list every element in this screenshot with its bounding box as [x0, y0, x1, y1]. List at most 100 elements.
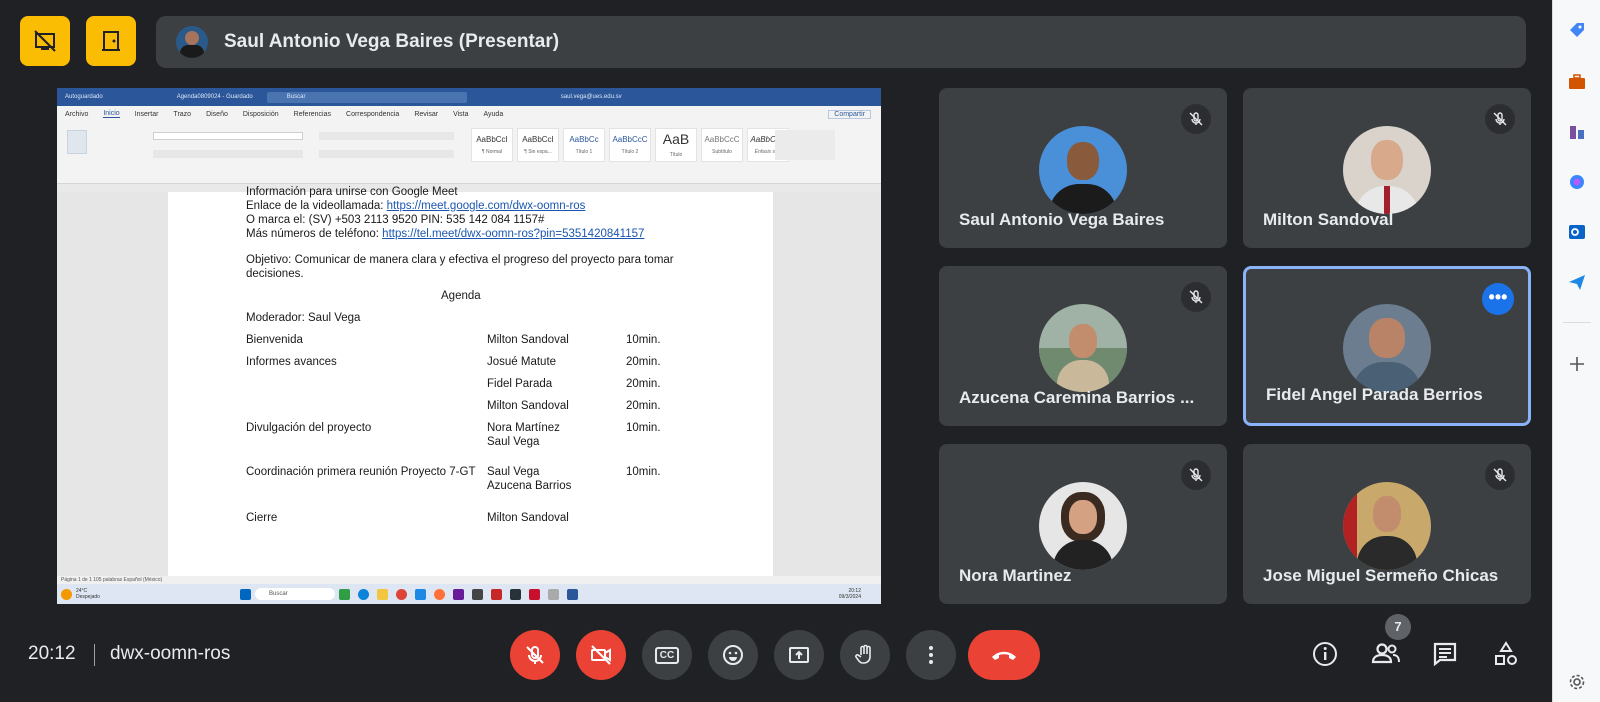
editing-group[interactable]: [775, 130, 835, 160]
games-icon[interactable]: [1565, 120, 1589, 144]
style-heading2[interactable]: AaBbCcC Título 2: [609, 128, 651, 162]
weather-icon: [61, 588, 72, 600]
user-email: saul.vega@ues.edu.sv: [560, 94, 622, 100]
participant-tile[interactable]: Nora Martinez: [939, 444, 1227, 604]
participant-name: Saul Antonio Vega Baires: [959, 210, 1165, 229]
style-no-spacing[interactable]: AaBbCcI ¶ Sin espa...: [517, 128, 559, 162]
style-heading1[interactable]: AaBbCc Título 1: [563, 128, 605, 162]
tab-insertar[interactable]: Insertar: [135, 111, 159, 118]
style-title[interactable]: AaB Título: [655, 128, 697, 162]
more-options-icon[interactable]: •••: [1482, 283, 1514, 315]
word-icon[interactable]: [567, 588, 578, 600]
mic-toggle-button[interactable]: [510, 630, 560, 680]
briefcase-icon[interactable]: [1565, 70, 1589, 94]
paragraph-row-2[interactable]: [319, 150, 454, 158]
agenda-time: 10min.: [626, 422, 661, 434]
paste-icon[interactable]: [67, 130, 87, 154]
word-search[interactable]: Buscar: [266, 91, 467, 103]
edge-icon[interactable]: [358, 588, 369, 600]
reactions-button[interactable]: [708, 630, 758, 680]
agenda-time: 20min.: [626, 378, 661, 390]
start-icon[interactable]: [240, 588, 251, 600]
store-icon[interactable]: [415, 588, 426, 600]
taskbar-app-icon[interactable]: [510, 588, 521, 600]
add-icon[interactable]: [1565, 352, 1589, 376]
agenda-who: Milton Sandoval: [487, 334, 569, 346]
tab-inicio[interactable]: Inicio: [103, 110, 120, 118]
leave-call-button[interactable]: [968, 630, 1040, 680]
hand-icon: [855, 644, 871, 664]
doc-more-line: Más números de teléfono: https://tel.mee…: [246, 228, 645, 240]
participant-tile-active[interactable]: ••• Fidel Angel Parada Berrios: [1243, 266, 1531, 426]
leave-presentation-button[interactable]: [86, 16, 136, 66]
document-page: Información para unirse con Google Meet …: [168, 186, 773, 576]
agenda-who: Milton Sandoval: [487, 400, 569, 412]
activities-button[interactable]: [1488, 636, 1524, 672]
taskbar-app-icon[interactable]: [472, 588, 483, 600]
send-icon[interactable]: [1565, 270, 1589, 294]
hide-screen-button[interactable]: [20, 16, 70, 66]
folder-icon[interactable]: [377, 588, 388, 600]
font-selector[interactable]: [153, 132, 303, 140]
agenda-who-2: Azucena Barrios: [487, 480, 572, 492]
settings-icon[interactable]: [1565, 670, 1589, 694]
participant-avatar: [1343, 304, 1431, 392]
mic-off-icon: [1181, 104, 1211, 134]
chat-icon: [1433, 642, 1457, 667]
meet-link[interactable]: https://meet.google.com/dwx-oomn-ros: [387, 200, 586, 212]
document-area: Información para unirse con Google Meet …: [57, 186, 881, 576]
doc-objective-2: decisiones.: [246, 268, 304, 280]
participant-avatar: [1343, 126, 1431, 214]
style-subtitle[interactable]: AaBbCcC Subtítulo: [701, 128, 743, 162]
people-button[interactable]: [1368, 636, 1404, 672]
acrobat-icon[interactable]: [529, 588, 540, 600]
raise-hand-button[interactable]: [840, 630, 890, 680]
participant-tile[interactable]: Azucena Caremina Barrios ...: [939, 266, 1227, 426]
tab-ayuda[interactable]: Ayuda: [484, 111, 504, 118]
taskbar-app-icon[interactable]: [453, 588, 464, 600]
taskbar-app-icon[interactable]: [339, 588, 350, 600]
participant-name: Azucena Caremina Barrios ...: [959, 388, 1195, 407]
hang-up-icon: [992, 651, 1016, 660]
tab-diseno[interactable]: Diseño: [206, 111, 228, 118]
outlook-icon[interactable]: [1565, 220, 1589, 244]
doc-moderator: Moderador: Saul Vega: [246, 312, 361, 324]
taskbar-app-icon[interactable]: [491, 588, 502, 600]
captions-button[interactable]: CC: [642, 630, 692, 680]
firefox-icon[interactable]: [434, 588, 445, 600]
copilot-icon[interactable]: [1565, 170, 1589, 194]
taskbar-app-icon[interactable]: [548, 588, 559, 600]
share-button[interactable]: Compartir: [828, 109, 871, 119]
participant-tile[interactable]: Jose Miguel Sermeño Chicas: [1243, 444, 1531, 604]
tab-archivo[interactable]: Archivo: [65, 111, 88, 118]
tab-correspondencia[interactable]: Correspondencia: [346, 111, 399, 118]
agenda-who: Josué Matute: [487, 356, 557, 368]
tab-disposicion[interactable]: Disposición: [243, 111, 279, 118]
participant-name: Milton Sandoval: [1263, 210, 1394, 229]
tab-vista[interactable]: Vista: [453, 111, 468, 118]
taskbar-search[interactable]: Buscar: [255, 588, 335, 600]
agenda-time: 10min.: [626, 466, 661, 478]
meeting-info-button[interactable]: [1307, 636, 1343, 672]
tag-icon[interactable]: [1565, 18, 1589, 42]
mic-off-icon: [526, 646, 544, 664]
participant-tile[interactable]: Saul Antonio Vega Baires: [939, 88, 1227, 248]
font-format-row[interactable]: [153, 150, 303, 158]
agenda-item: Divulgación del proyecto: [246, 422, 372, 434]
camera-toggle-button[interactable]: [576, 630, 626, 680]
styles-gallery: AaBbCcI ¶ Normal AaBbCcI ¶ Sin espa... AaB…: [471, 128, 789, 162]
more-options-button[interactable]: [906, 630, 956, 680]
participant-name: Fidel Angel Parada Berrios: [1266, 385, 1483, 404]
chat-button[interactable]: [1427, 636, 1463, 672]
participant-tile[interactable]: Milton Sandoval: [1243, 88, 1531, 248]
tel-link[interactable]: https://tel.meet/dwx-oomn-ros?pin=535142…: [382, 228, 644, 240]
tab-referencias[interactable]: Referencias: [294, 111, 331, 118]
chrome-icon[interactable]: [396, 588, 407, 600]
present-button[interactable]: [774, 630, 824, 680]
paragraph-row-1[interactable]: [319, 132, 454, 140]
style-normal[interactable]: AaBbCcI ¶ Normal: [471, 128, 513, 162]
tab-trazo[interactable]: Trazo: [173, 111, 191, 118]
tab-revisar[interactable]: Revisar: [414, 111, 438, 118]
presenter-name: Saul Antonio Vega Baires (Presentar): [224, 31, 560, 52]
doc-link-line: Enlace de la videollamada: https://meet.…: [246, 200, 586, 212]
